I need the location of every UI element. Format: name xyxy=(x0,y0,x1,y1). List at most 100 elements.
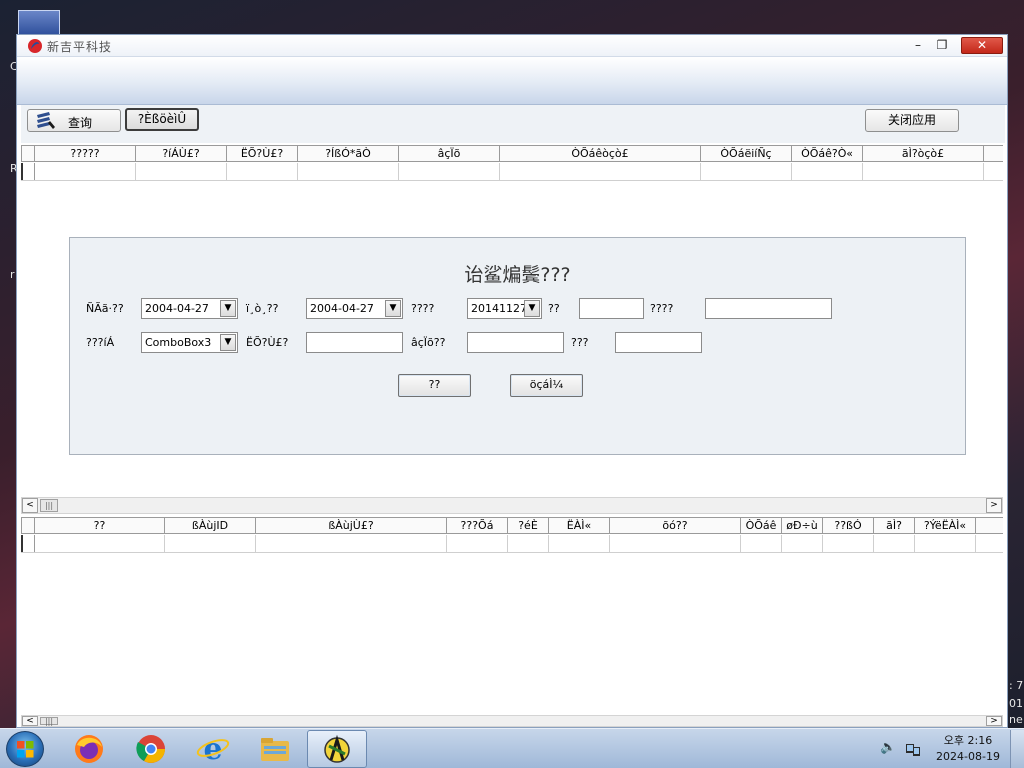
type-label: ???íÁ xyxy=(86,336,115,349)
clock-time: 오후 2:16 xyxy=(943,734,993,747)
scroll-left-button[interactable]: < xyxy=(22,498,38,513)
header-banner xyxy=(17,57,1007,105)
maximize-button[interactable]: ❐ xyxy=(931,38,953,54)
desktop-edge-text: 01 xyxy=(1009,697,1023,710)
chevron-down-icon[interactable]: ▼ xyxy=(220,300,236,317)
chevron-down-icon[interactable]: ▼ xyxy=(385,300,401,317)
scroll-right-button[interactable]: > xyxy=(986,498,1002,513)
query-button[interactable]: 查询 xyxy=(27,109,121,132)
secondary-toolbar-button[interactable]: ?ÈßöèìÛ xyxy=(125,108,199,131)
query-icon xyxy=(37,112,55,129)
type-combo[interactable]: ComboBox3 ▼ xyxy=(141,332,238,353)
field-8-input[interactable] xyxy=(467,332,564,353)
bottom-grid-col-5[interactable]: ?éÈ xyxy=(508,518,549,533)
code-value: 20141127 xyxy=(471,302,527,315)
code-combo[interactable]: 20141127 ▼ xyxy=(467,298,542,319)
top-grid-scrollbar[interactable]: < ||| > xyxy=(21,497,1003,514)
volume-icon[interactable]: 🔈 xyxy=(880,741,896,757)
field-4-input[interactable] xyxy=(579,298,644,319)
start-date-value: 2004-04-27 xyxy=(145,302,209,315)
close-window-button[interactable]: ✕ xyxy=(961,37,1003,54)
end-date-label: ï¸ò¸?? xyxy=(246,302,279,315)
field-7-label: ËÕ?Ù£? xyxy=(246,336,289,349)
field-5-label: ???? xyxy=(650,302,674,315)
top-grid-col-9[interactable]: ãÌ?òçò£ xyxy=(863,146,984,161)
app-window: 新吉平科技 – ❐ ✕ 查询 ?ÈßöèìÛ 关闭应用 ????? ?íÁÙ£?… xyxy=(16,34,1008,728)
close-app-button[interactable]: 关闭应用 xyxy=(865,109,959,132)
clock-date: 2024-08-19 xyxy=(936,750,1000,763)
ok-button[interactable]: ?? xyxy=(398,374,471,397)
field-9-input[interactable] xyxy=(615,332,702,353)
field-3-label: ???? xyxy=(411,302,435,315)
type-value: ComboBox3 xyxy=(145,336,212,349)
row-indicator-header xyxy=(21,146,35,161)
bottom-grid-col-1[interactable]: ?? xyxy=(35,518,165,533)
bottom-grid-col-4[interactable]: ???Õá xyxy=(447,518,508,533)
taskbar: e 🔈 오후 2:16 2024-08-19 xyxy=(0,728,1024,768)
field-8-label: âçÏõ?? xyxy=(411,336,446,349)
top-grid-col-4[interactable]: ?ÍßÓ*ãÒ xyxy=(298,146,399,161)
scroll-left-button[interactable]: < xyxy=(22,716,38,726)
bottom-grid-col-8[interactable]: ÒÕáê xyxy=(741,518,782,533)
svg-text:e: e xyxy=(203,733,222,765)
field-4-label: ?? xyxy=(548,302,560,315)
desktop-edge-text: : 7 xyxy=(1009,679,1024,692)
title-bar[interactable]: 新吉平科技 – ❐ ✕ xyxy=(17,35,1007,57)
query-dialog: 诒鲨煸鬓??? ÑÃã·?? 2004-04-27 ▼ ï¸ò¸?? 2004-… xyxy=(69,237,966,455)
scroll-right-button[interactable]: > xyxy=(986,716,1002,726)
end-date-value: 2004-04-27 xyxy=(310,302,374,315)
system-clock[interactable]: 오후 2:16 2024-08-19 xyxy=(930,733,1006,765)
desktop-computer-icon[interactable] xyxy=(18,10,60,36)
field-5-input[interactable] xyxy=(705,298,832,319)
start-date-combo[interactable]: 2004-04-27 ▼ xyxy=(141,298,238,319)
bottom-grid-col-7[interactable]: õó?? xyxy=(610,518,741,533)
minimize-button[interactable]: – xyxy=(907,38,929,54)
end-date-combo[interactable]: 2004-04-27 ▼ xyxy=(306,298,403,319)
windows-logo-icon xyxy=(17,741,34,758)
bottom-grid-header: ?? ßÀùjID ßÀùjÙ£? ???Õá ?éÈ ËÀÌ« õó?? ÒÕ… xyxy=(21,517,1003,534)
firefox-icon[interactable] xyxy=(72,733,106,765)
desktop-edge-text: r xyxy=(10,268,15,281)
row-indicator-header xyxy=(21,518,35,533)
top-grid-col-6[interactable]: ÒÕáêòçò£ xyxy=(500,146,701,161)
bottom-grid-col-2[interactable]: ßÀùjID xyxy=(165,518,256,533)
scroll-thumb[interactable]: ||| xyxy=(40,717,58,726)
dialog-title: 诒鲨煸鬓??? xyxy=(464,264,571,286)
scroll-thumb[interactable]: ||| xyxy=(40,499,58,512)
file-explorer-icon[interactable] xyxy=(258,733,292,765)
top-grid-header: ????? ?íÁÙ£? ËÕ?Ù£? ?ÍßÓ*ãÒ âçÏõ ÒÕáêòçò… xyxy=(21,145,1003,162)
cancel-button[interactable]: öçáÌ¼ xyxy=(510,374,583,397)
window-title: 新吉平科技 xyxy=(47,40,113,54)
top-grid-col-1[interactable]: ????? xyxy=(35,146,136,161)
active-app-taskbar-button[interactable] xyxy=(307,730,367,768)
chrome-icon[interactable] xyxy=(134,733,168,765)
bottom-grid-col-12[interactable]: ?ÝëËÀÌ« xyxy=(915,518,976,533)
top-grid-col-3[interactable]: ËÕ?Ù£? xyxy=(227,146,298,161)
internet-explorer-icon[interactable]: e xyxy=(196,733,230,765)
start-date-label: ÑÃã·?? xyxy=(86,302,124,315)
chevron-down-icon[interactable]: ▼ xyxy=(524,300,540,317)
chevron-down-icon[interactable]: ▼ xyxy=(220,334,236,351)
desktop-edge-text: ne xyxy=(1009,713,1023,726)
top-grid-col-5[interactable]: âçÏõ xyxy=(399,146,500,161)
top-grid-col-7[interactable]: ÒÕáëiíÑç xyxy=(701,146,792,161)
row-indicator xyxy=(21,535,35,552)
row-indicator xyxy=(21,163,35,180)
table-row[interactable] xyxy=(21,163,1003,181)
network-icon[interactable] xyxy=(905,741,921,757)
top-grid-col-8[interactable]: ÒÕáê?Ò« xyxy=(792,146,863,161)
show-desktop-button[interactable] xyxy=(1010,730,1024,768)
bottom-grid-col-10[interactable]: ??ßÓ xyxy=(823,518,874,533)
field-7-input[interactable] xyxy=(306,332,403,353)
bottom-grid-col-9[interactable]: øÐ÷ù xyxy=(782,518,823,533)
bottom-grid-col-3[interactable]: ßÀùjÙ£? xyxy=(256,518,447,533)
bottom-grid-col-6[interactable]: ËÀÌ« xyxy=(549,518,610,533)
top-grid-col-2[interactable]: ?íÁÙ£? xyxy=(136,146,227,161)
query-button-label: 查询 xyxy=(68,116,93,130)
field-9-label: ??? xyxy=(571,336,589,349)
bottom-grid-col-11[interactable]: ãÌ? xyxy=(874,518,915,533)
start-button[interactable] xyxy=(6,731,44,767)
table-row[interactable] xyxy=(21,535,1003,553)
app-taskbar-icon xyxy=(324,734,350,763)
bottom-grid-scrollbar[interactable]: < ||| > xyxy=(21,715,1003,727)
